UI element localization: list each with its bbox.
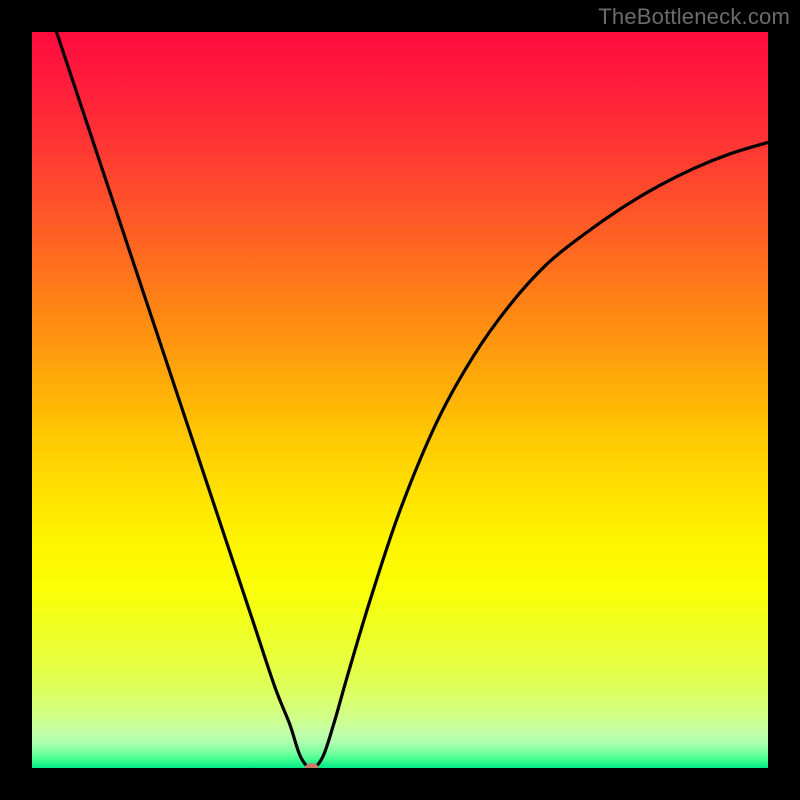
- plot-area: [32, 32, 768, 768]
- bottleneck-chart-svg: [32, 32, 768, 768]
- gradient-background: [32, 32, 768, 768]
- watermark-text: TheBottleneck.com: [598, 4, 790, 30]
- chart-frame: TheBottleneck.com: [0, 0, 800, 800]
